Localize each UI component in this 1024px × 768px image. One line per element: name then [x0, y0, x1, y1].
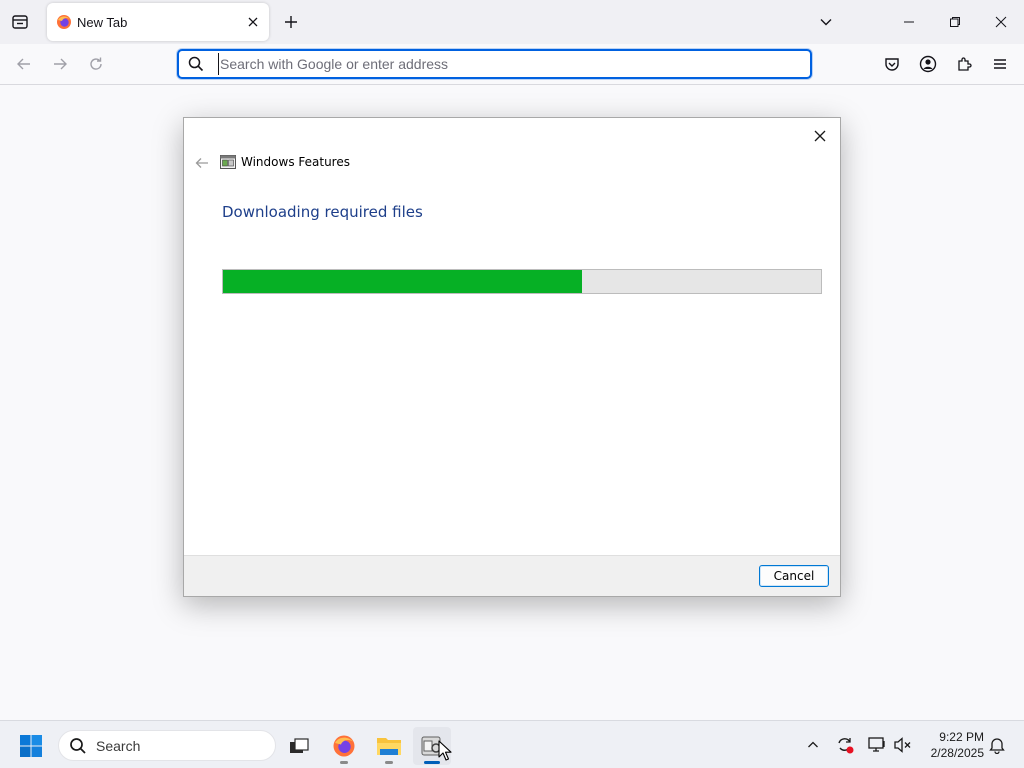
firefox-icon: [333, 735, 355, 757]
address-input[interactable]: [218, 53, 778, 75]
task-view-icon: [290, 738, 309, 753]
start-button[interactable]: [16, 731, 46, 761]
dialog-close-button[interactable]: [806, 122, 834, 150]
notifications-icon: [989, 738, 1005, 754]
account-button[interactable]: [913, 49, 943, 79]
windows-features-dialog: Windows Features Downloading required fi…: [183, 117, 841, 597]
dialog-app-title: Windows Features: [241, 155, 350, 169]
clock-date: 2/28/2025: [930, 746, 984, 760]
clock-time: 9:22 PM: [939, 730, 984, 744]
folder-icon: [377, 738, 401, 755]
dialog-back-button[interactable]: [190, 152, 214, 174]
new-tab-button[interactable]: [277, 8, 305, 36]
tab-new-tab[interactable]: New Tab: [47, 3, 269, 41]
pocket-button[interactable]: [877, 49, 907, 79]
close-icon: [248, 17, 258, 27]
taskbar-search-label: Search: [96, 737, 141, 754]
tray-volume-button[interactable]: [889, 731, 917, 759]
taskbar-firefox[interactable]: [325, 727, 363, 765]
reload-button[interactable]: [81, 49, 111, 79]
taskbar: Search 9:22 PM 2/28/2025: [0, 720, 1024, 768]
restore-button[interactable]: [932, 0, 978, 44]
tab-close-button[interactable]: [241, 10, 265, 34]
extensions-icon: [958, 57, 972, 71]
forward-button[interactable]: [45, 49, 75, 79]
restore-icon: [950, 17, 960, 27]
progress-bar-fill: [223, 270, 582, 293]
tab-list-button[interactable]: [4, 6, 36, 38]
tab-strip: New Tab: [0, 0, 1024, 44]
firefox-icon: [57, 15, 71, 29]
chevron-down-icon: [820, 19, 832, 26]
search-icon: [188, 56, 204, 72]
tray-network-button[interactable]: [863, 731, 891, 759]
arrow-left-icon: [195, 158, 208, 168]
minimize-icon: [904, 21, 914, 23]
minimize-button[interactable]: [886, 0, 932, 44]
chevron-up-icon: [808, 741, 818, 748]
windows-logo-icon: [20, 735, 42, 757]
tab-title: New Tab: [77, 14, 128, 30]
cancel-button[interactable]: Cancel: [759, 565, 829, 587]
application-menu-button[interactable]: [985, 49, 1015, 79]
windows-features-icon: [220, 155, 236, 169]
dialog-footer: Cancel: [184, 555, 840, 596]
close-icon: [995, 16, 1007, 28]
close-window-button[interactable]: [978, 0, 1024, 44]
running-indicator: [385, 761, 393, 764]
notifications-button[interactable]: [983, 731, 1011, 759]
taskbar-search[interactable]: Search: [58, 730, 276, 761]
plus-icon: [285, 16, 297, 28]
tab-list-icon: [12, 15, 28, 29]
address-bar[interactable]: [177, 49, 812, 79]
back-button[interactable]: [9, 49, 39, 79]
tray-sync-button[interactable]: [831, 731, 859, 759]
arrow-right-icon: [54, 58, 67, 70]
list-all-tabs-button[interactable]: [812, 8, 840, 36]
arrow-left-icon: [17, 58, 30, 70]
dialog-heading: Downloading required files: [222, 203, 423, 221]
volume-muted-icon: [894, 737, 911, 753]
network-icon: [868, 737, 885, 752]
close-icon: [814, 130, 826, 142]
extensions-button[interactable]: [949, 49, 979, 79]
search-icon: [70, 737, 86, 754]
pocket-icon: [885, 58, 899, 71]
taskbar-clock[interactable]: 9:22 PM 2/28/2025: [914, 729, 984, 761]
download-progress-bar: [222, 269, 822, 294]
show-hidden-icons-button[interactable]: [799, 731, 827, 759]
reload-icon: [90, 57, 102, 70]
sync-icon: [838, 738, 854, 754]
mouse-cursor-icon: [438, 740, 452, 761]
running-indicator: [340, 761, 348, 764]
taskbar-file-explorer[interactable]: [370, 727, 408, 765]
task-view-button[interactable]: [280, 727, 318, 765]
account-icon: [919, 55, 937, 73]
navigation-toolbar: [0, 44, 1024, 85]
hamburger-menu-icon: [994, 59, 1006, 69]
